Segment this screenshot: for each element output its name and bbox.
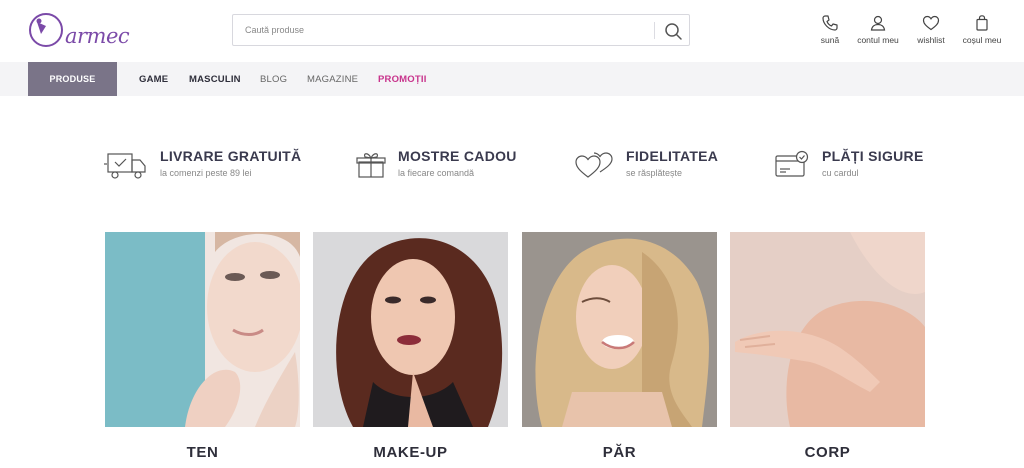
benefit-loyalty: FIDELITATEA se răsplătește <box>574 146 734 186</box>
search-bar <box>232 14 690 46</box>
search-divider <box>654 22 655 39</box>
heart-icon <box>922 15 940 31</box>
wishlist-button[interactable]: wishlist <box>913 14 949 48</box>
logo-icon <box>29 13 63 47</box>
wishlist-label: wishlist <box>917 35 945 45</box>
nav-item-game[interactable]: GAME <box>139 62 168 96</box>
face-photo-image <box>105 232 300 427</box>
user-icon <box>870 15 886 31</box>
benefit-title: FIDELITATEA <box>626 148 719 164</box>
hearts-icon <box>575 152 613 178</box>
category-card-corp[interactable]: CORP <box>730 232 925 468</box>
logo-text: armec <box>65 24 130 48</box>
bag-icon <box>976 15 988 31</box>
site-header: armec sună contul meu wishlist <box>0 0 1024 62</box>
main-nav: PRODUSE GAME MASCULIN BLOG MAGAZINE PROM… <box>0 62 1024 96</box>
nav-item-masculin[interactable]: MASCULIN <box>189 62 241 96</box>
hair-photo-image <box>522 232 717 427</box>
nav-item-blog[interactable]: BLOG <box>260 62 287 96</box>
category-label-par[interactable]: PĂR <box>522 444 717 461</box>
gift-box-icon <box>356 153 386 178</box>
cart-button[interactable]: coșul meu <box>960 14 1004 48</box>
benefit-subtitle: cu cardul <box>822 168 859 178</box>
benefit-subtitle: se răsplătește <box>626 168 683 178</box>
benefit-subtitle: la comenzi peste 89 lei <box>160 168 252 178</box>
category-label-corp[interactable]: CORP <box>730 444 925 461</box>
category-image-make-up[interactable] <box>313 232 508 427</box>
benefit-title: LIVRARE GRATUITĂ <box>160 148 302 164</box>
benefit-secure-payments: PLĂȚI SIGURE cu cardul <box>774 146 934 186</box>
benefit-gift-samples: MOSTRE CADOU la fiecare comandă <box>356 146 536 186</box>
category-card-par[interactable]: PĂR <box>522 232 717 468</box>
makeup-photo-image <box>313 232 508 427</box>
secure-card-icon <box>775 150 809 177</box>
benefit-title: MOSTRE CADOU <box>398 148 517 164</box>
phone-icon <box>822 15 838 31</box>
benefit-subtitle: la fiecare comandă <box>398 168 475 178</box>
search-icon <box>665 23 682 40</box>
category-image-par[interactable] <box>522 232 717 427</box>
call-button[interactable]: sună <box>816 14 844 48</box>
category-label-make-up[interactable]: MAKE-UP <box>313 444 508 461</box>
category-image-corp[interactable] <box>730 232 925 427</box>
category-card-make-up[interactable]: MAKE-UP <box>313 232 508 468</box>
search-input[interactable] <box>245 21 645 39</box>
cart-label: coșul meu <box>962 35 1002 45</box>
delivery-truck-icon <box>104 153 146 179</box>
benefit-title: PLĂȚI SIGURE <box>822 148 924 164</box>
search-button[interactable] <box>661 19 685 43</box>
body-photo-image <box>730 232 925 427</box>
logo[interactable]: armec <box>27 10 130 50</box>
account-button[interactable]: contul meu <box>852 14 904 48</box>
category-image-ten[interactable] <box>105 232 300 427</box>
account-label: contul meu <box>857 35 899 45</box>
category-label-ten[interactable]: TEN <box>105 444 300 461</box>
call-label: sună <box>820 35 840 45</box>
nav-item-magazine[interactable]: MAGAZINE <box>307 62 358 96</box>
nav-item-promotii[interactable]: PROMOȚII <box>378 62 427 96</box>
nav-produse[interactable]: PRODUSE <box>28 62 117 96</box>
benefit-free-delivery: LIVRARE GRATUITĂ la comenzi peste 89 lei <box>104 146 314 186</box>
category-card-ten[interactable]: TEN <box>105 232 300 468</box>
